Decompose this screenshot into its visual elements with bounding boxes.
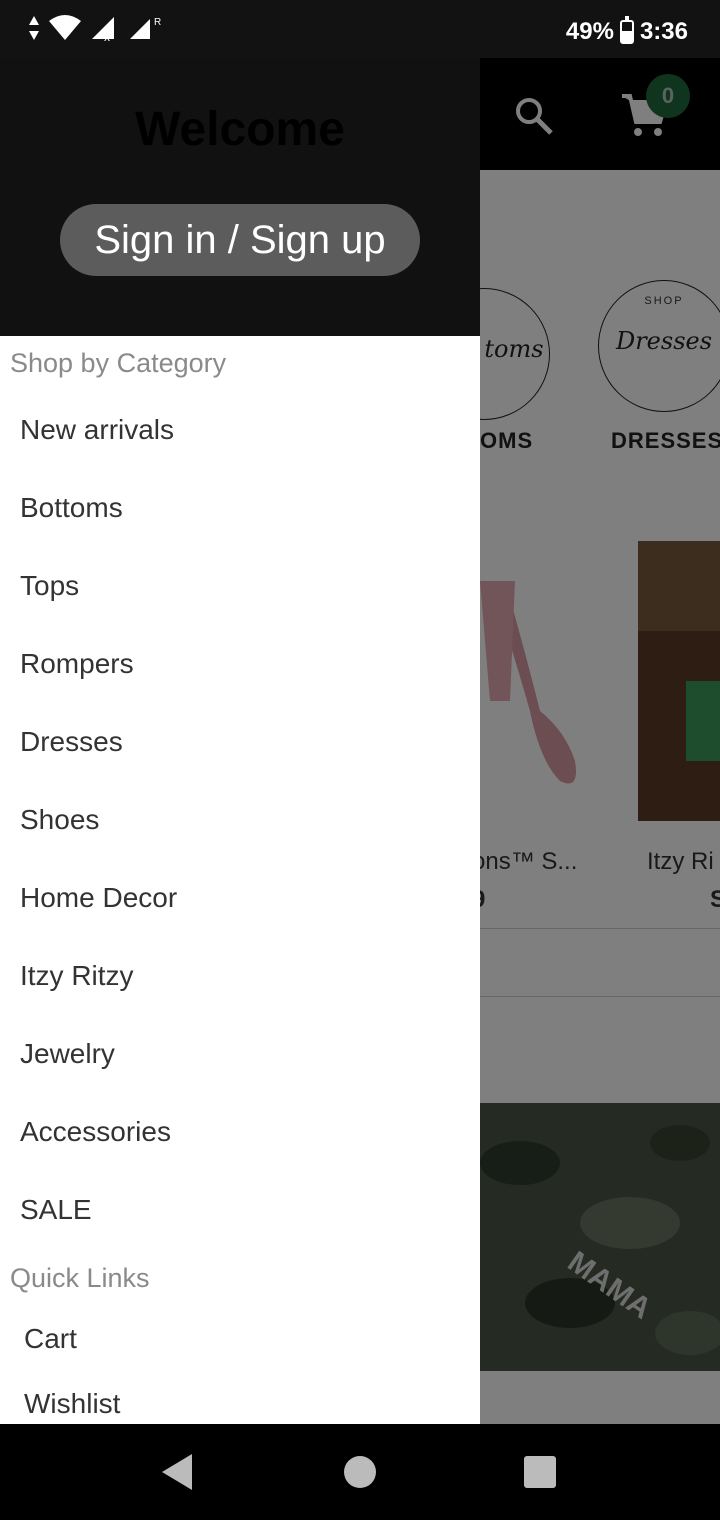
menu-item-dresses[interactable]: Dresses	[20, 726, 123, 758]
menu-item-home-decor[interactable]: Home Decor	[20, 882, 177, 914]
menu-item-itzy-ritzy[interactable]: Itzy Ritzy	[20, 960, 134, 992]
menu-item-accessories[interactable]: Accessories	[20, 1116, 171, 1148]
menu-item-shoes[interactable]: Shoes	[20, 804, 99, 836]
sign-in-button[interactable]: Sign in / Sign up	[60, 204, 420, 276]
back-icon[interactable]	[162, 1454, 192, 1490]
status-bar: x R 49% 3:36	[0, 0, 720, 58]
quick-links-heading: Quick Links	[10, 1263, 150, 1293]
battery-percent: 49%	[565, 18, 614, 45]
menu-item-jewelry[interactable]: Jewelry	[20, 1038, 115, 1070]
svg-text:x: x	[104, 30, 110, 41]
quick-link-wishlist[interactable]: Wishlist	[24, 1388, 120, 1420]
drawer-header: Welcome Sign in / Sign up	[0, 58, 480, 336]
signal-icon: R	[130, 17, 161, 39]
menu-item-bottoms[interactable]: Bottoms	[20, 492, 123, 524]
signal-x-icon: x	[92, 17, 114, 41]
status-icons: x R	[28, 14, 162, 42]
quick-link-cart[interactable]: Cart	[24, 1323, 77, 1355]
menu-item-new-arrivals[interactable]: New arrivals	[20, 414, 174, 446]
battery-icon	[619, 16, 634, 44]
navigation-drawer: Welcome Sign in / Sign up Shop by Catego…	[0, 58, 480, 1424]
wifi-icon	[49, 15, 81, 40]
welcome-title: Welcome	[135, 103, 345, 156]
home-icon[interactable]	[344, 1456, 376, 1488]
menu-item-tops[interactable]: Tops	[20, 570, 79, 602]
svg-text:R: R	[154, 17, 161, 28]
menu-item-sale[interactable]: SALE	[20, 1194, 92, 1226]
recents-icon[interactable]	[524, 1456, 556, 1488]
shop-by-category-heading: Shop by Category	[10, 348, 227, 378]
system-navigation-bar	[0, 1424, 720, 1520]
status-right: 49% 3:36	[565, 16, 688, 46]
data-arrows-icon	[29, 16, 39, 40]
menu-item-rompers[interactable]: Rompers	[20, 648, 134, 680]
clock: 3:36	[639, 18, 688, 45]
